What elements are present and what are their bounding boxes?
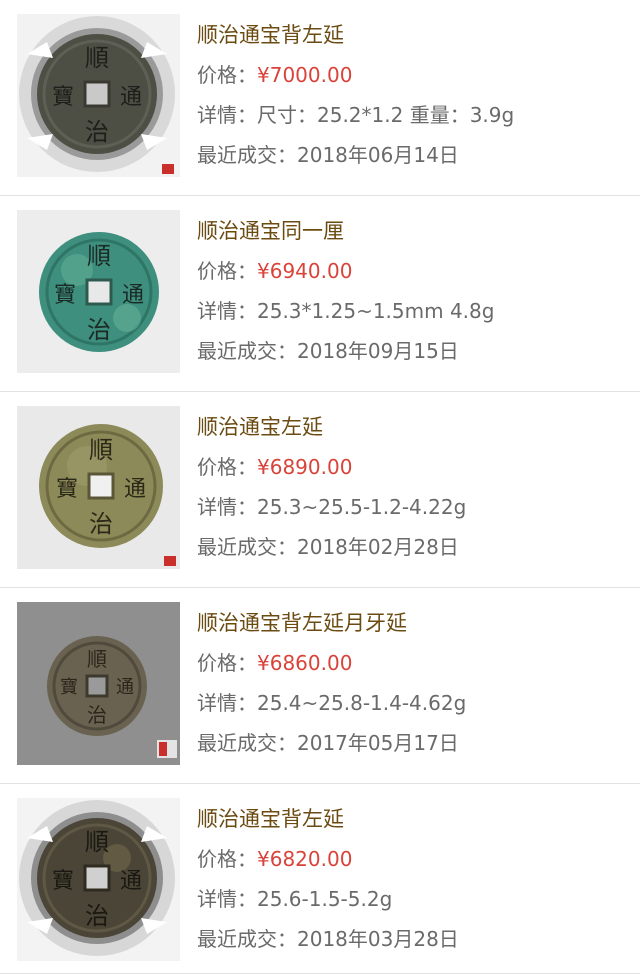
price-value: ¥6940.00 <box>257 259 353 283</box>
recent-label: 最近成交： <box>197 143 297 167</box>
recent-row: 最近成交：2018年02月28日 <box>197 534 630 560</box>
detail-row: 详情：25.6-1.5-5.2g <box>197 886 630 912</box>
coin-char-right: 通 <box>120 85 142 110</box>
coin-photo-icon: 順 通 治 寶 <box>17 602 180 765</box>
coin-photo-icon: 順 通 治 寶 <box>17 210 180 373</box>
coin-char-right: 通 <box>116 677 134 698</box>
coin-char-left: 寶 <box>54 283 76 308</box>
coin-char-bottom: 治 <box>87 316 111 344</box>
price-value: ¥6860.00 <box>257 651 353 675</box>
coin-char-bottom: 治 <box>85 902 109 930</box>
recent-date: 2018年03月28日 <box>297 927 459 951</box>
detail-label: 详情： <box>197 495 257 519</box>
recent-date: 2018年09月15日 <box>297 339 459 363</box>
price-row: 价格：¥6820.00 <box>197 846 630 872</box>
coin-image[interactable]: 順 通 治 寶 <box>17 14 180 177</box>
price-value: ¥7000.00 <box>257 63 353 87</box>
item-title[interactable]: 顺治通宝背左延 <box>197 806 630 832</box>
list-item[interactable]: 順 通 治 寶 顺治通宝背左延月牙延 价格：¥6860.00 详情：25.4~2… <box>0 588 640 784</box>
price-label: 价格： <box>197 455 257 479</box>
price-value: ¥6890.00 <box>257 455 353 479</box>
coin-char-left: 寶 <box>60 677 78 698</box>
coin-image[interactable]: 順 通 治 寶 <box>17 406 180 569</box>
item-info: 顺治通宝同一厘 价格：¥6940.00 详情：25.3*1.25~1.5mm 4… <box>197 218 630 378</box>
item-title[interactable]: 顺治通宝背左延月牙延 <box>197 610 630 636</box>
coin-char-top: 順 <box>85 828 109 856</box>
detail-value: 25.3~25.5-1.2-4.22g <box>257 495 467 519</box>
coin-char-right: 通 <box>122 283 144 308</box>
coin-char-right: 通 <box>120 869 142 894</box>
detail-row: 详情：25.3~25.5-1.2-4.22g <box>197 494 630 520</box>
price-row: 价格：¥6860.00 <box>197 650 630 676</box>
price-row: 价格：¥6940.00 <box>197 258 630 284</box>
detail-value: 25.6-1.5-5.2g <box>257 887 393 911</box>
coin-char-left: 寶 <box>52 869 74 894</box>
coin-image[interactable]: 順 通 治 寶 <box>17 602 180 765</box>
coin-photo-icon: 順 通 治 寶 <box>17 406 180 569</box>
detail-value: 25.3*1.25~1.5mm 4.8g <box>257 299 495 323</box>
coin-photo-icon: 順 通 治 寶 <box>17 14 180 177</box>
coin-char-top: 順 <box>85 44 109 72</box>
detail-label: 详情： <box>197 299 257 323</box>
recent-date: 2017年05月17日 <box>297 731 459 755</box>
detail-row: 详情：25.4~25.8-1.4-4.62g <box>197 690 630 716</box>
coin-image[interactable]: 順 通 治 寶 <box>17 210 180 373</box>
item-info: 顺治通宝背左延 价格：¥6820.00 详情：25.6-1.5-5.2g 最近成… <box>197 806 630 966</box>
price-row: 价格：¥6890.00 <box>197 454 630 480</box>
price-label: 价格： <box>197 847 257 871</box>
item-title[interactable]: 顺治通宝同一厘 <box>197 218 630 244</box>
recent-date: 2018年02月28日 <box>297 535 459 559</box>
detail-label: 详情： <box>197 103 257 127</box>
recent-label: 最近成交： <box>197 927 297 951</box>
coin-char-bottom: 治 <box>89 510 113 538</box>
coin-char-right: 通 <box>124 477 146 502</box>
list-item[interactable]: 順 通 治 寶 顺治通宝背左延 价格：¥6820.00 详情：25.6-1.5-… <box>0 784 640 974</box>
price-label: 价格： <box>197 651 257 675</box>
price-value: ¥6820.00 <box>257 847 353 871</box>
detail-row: 详情：25.3*1.25~1.5mm 4.8g <box>197 298 630 324</box>
recent-date: 2018年06月14日 <box>297 143 459 167</box>
recent-label: 最近成交： <box>197 339 297 363</box>
coin-char-left: 寶 <box>56 477 78 502</box>
price-label: 价格： <box>197 259 257 283</box>
detail-value: 尺寸：25.2*1.2 重量：3.9g <box>257 103 515 127</box>
coin-image[interactable]: 順 通 治 寶 <box>17 798 180 961</box>
list-item[interactable]: 順 通 治 寶 顺治通宝背左延 价格：¥7000.00 详情：尺寸：25.2*1… <box>0 0 640 196</box>
coin-photo-icon: 順 通 治 寶 <box>17 798 180 961</box>
coin-char-bottom: 治 <box>87 703 107 727</box>
recent-row: 最近成交：2018年09月15日 <box>197 338 630 364</box>
detail-label: 详情： <box>197 691 257 715</box>
list-item[interactable]: 順 通 治 寶 顺治通宝左延 价格：¥6890.00 详情：25.3~25.5-… <box>0 392 640 588</box>
price-row: 价格：¥7000.00 <box>197 62 630 88</box>
detail-label: 详情： <box>197 887 257 911</box>
recent-row: 最近成交：2017年05月17日 <box>197 730 630 756</box>
item-title[interactable]: 顺治通宝左延 <box>197 414 630 440</box>
detail-row: 详情：尺寸：25.2*1.2 重量：3.9g <box>197 102 630 128</box>
recent-label: 最近成交： <box>197 535 297 559</box>
coin-char-bottom: 治 <box>85 118 109 146</box>
list-item[interactable]: 順 通 治 寶 顺治通宝同一厘 价格：¥6940.00 详情：25.3*1.25… <box>0 196 640 392</box>
coin-char-top: 順 <box>87 242 111 270</box>
item-info: 顺治通宝背左延月牙延 价格：¥6860.00 详情：25.4~25.8-1.4-… <box>197 610 630 770</box>
recent-row: 最近成交：2018年03月28日 <box>197 926 630 952</box>
recent-label: 最近成交： <box>197 731 297 755</box>
item-info: 顺治通宝左延 价格：¥6890.00 详情：25.3~25.5-1.2-4.22… <box>197 414 630 574</box>
item-info: 顺治通宝背左延 价格：¥7000.00 详情：尺寸：25.2*1.2 重量：3.… <box>197 22 630 182</box>
price-label: 价格： <box>197 63 257 87</box>
item-title[interactable]: 顺治通宝背左延 <box>197 22 630 48</box>
coin-list: 順 通 治 寶 顺治通宝背左延 价格：¥7000.00 详情：尺寸：25.2*1… <box>0 0 640 974</box>
detail-value: 25.4~25.8-1.4-4.62g <box>257 691 467 715</box>
coin-char-top: 順 <box>89 436 113 464</box>
coin-char-top: 順 <box>87 647 107 671</box>
coin-char-left: 寶 <box>52 85 74 110</box>
recent-row: 最近成交：2018年06月14日 <box>197 142 630 168</box>
